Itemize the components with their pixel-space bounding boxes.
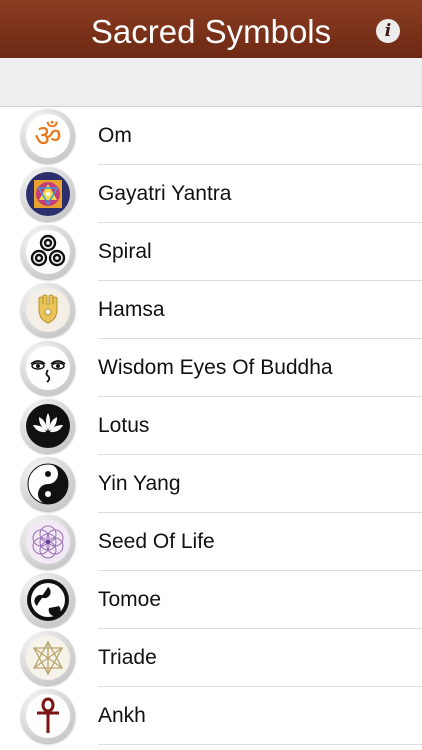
list-item-label: Tomoe	[98, 588, 162, 611]
spiral-icon	[21, 225, 75, 279]
list-item-ankh[interactable]: Ankh	[0, 687, 422, 745]
list-item-label: Lotus	[98, 414, 150, 437]
lotus-icon	[21, 399, 75, 453]
list-item-seed-of-life[interactable]: Seed Of Life	[0, 513, 422, 571]
list-item-label: Gayatri Yantra	[98, 182, 232, 205]
triade-icon	[21, 631, 75, 685]
ankh-icon	[21, 689, 75, 743]
list-item-spiral[interactable]: Spiral	[0, 223, 422, 281]
list-item-gayatri-yantra[interactable]: Gayatri Yantra	[0, 165, 422, 223]
list-item-label: Yin Yang	[98, 472, 181, 495]
list-item-label: Triade	[98, 646, 157, 669]
page-title: Sacred Symbols	[90, 13, 332, 50]
svg-text:ॐ: ॐ	[34, 119, 61, 154]
list-item-label: Spiral	[98, 240, 152, 263]
nav-bar: Sacred Symbols i	[0, 0, 422, 58]
list-item-lotus[interactable]: Lotus	[0, 397, 422, 455]
list-item-label: Hamsa	[98, 298, 165, 321]
list-item-wisdom-eyes[interactable]: Wisdom Eyes Of Buddha	[0, 339, 422, 397]
gayatri-yantra-icon	[21, 167, 75, 221]
om-icon: ॐ	[21, 109, 75, 163]
wisdom-eyes-icon	[21, 341, 75, 395]
list-item-label: Wisdom Eyes Of Buddha	[98, 356, 333, 379]
symbol-list: ॐ Om Gayatri Yantra Spiral Hamsa Wisdom …	[0, 107, 422, 745]
list-item-om[interactable]: ॐ Om	[0, 107, 422, 165]
hamsa-icon	[21, 283, 75, 337]
sub-toolbar	[0, 58, 422, 107]
list-item-label: Om	[98, 124, 132, 147]
list-item-triade[interactable]: Triade	[0, 629, 422, 687]
list-item-label: Seed Of Life	[98, 530, 215, 553]
list-item-label: Ankh	[98, 704, 146, 727]
list-item-tomoe[interactable]: Tomoe	[0, 571, 422, 629]
yin-yang-icon	[21, 457, 75, 511]
list-item-hamsa[interactable]: Hamsa	[0, 281, 422, 339]
seed-of-life-icon	[21, 515, 75, 569]
list-item-yin-yang[interactable]: Yin Yang	[0, 455, 422, 513]
tomoe-icon	[21, 573, 75, 627]
info-icon[interactable]: i	[376, 19, 400, 43]
